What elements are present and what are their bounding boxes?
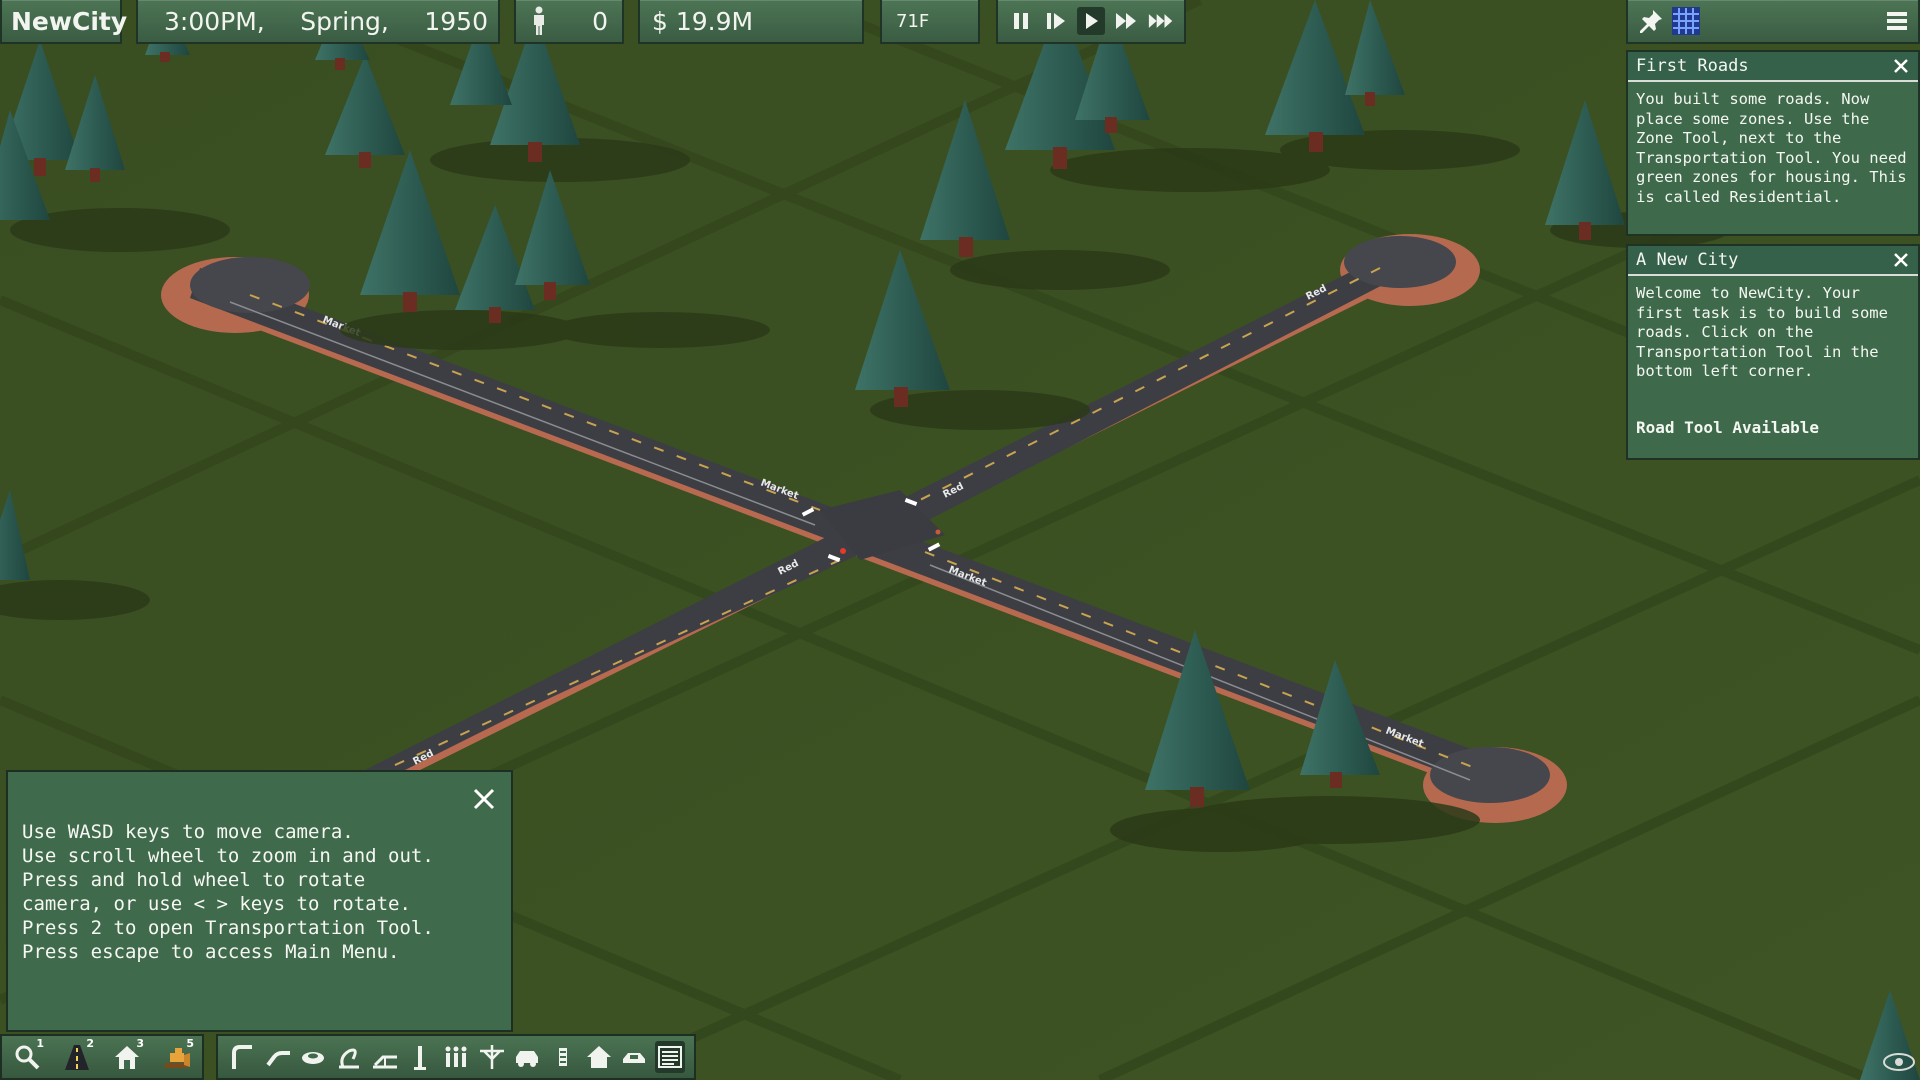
panel-header: A New City (1628, 246, 1918, 276)
population-display[interactable]: 0 (514, 0, 624, 44)
pillar-icon (414, 1046, 427, 1070)
car-icon (623, 1053, 646, 1063)
person-icon (534, 6, 544, 35)
list-icon (658, 1046, 683, 1068)
controls-help-box: Use WASD keys to move camera. Use scroll… (6, 770, 513, 1032)
pin-icon[interactable] (1638, 8, 1664, 34)
fast-button[interactable] (1112, 7, 1140, 35)
road-curve-icon (265, 1051, 290, 1067)
top-right-tools (1626, 0, 1920, 44)
signal-tool-button[interactable] (548, 1041, 578, 1073)
panel-body: Welcome to NewCity. Your first task is t… (1636, 284, 1888, 380)
expressway-icon (338, 1048, 359, 1069)
road-tool-available-label: Road Tool Available (1636, 417, 1820, 437)
panel-header: First Roads (1628, 52, 1918, 82)
signal-icon (559, 1048, 568, 1066)
list-tool-button[interactable] (655, 1041, 686, 1073)
main-tool-bar: 1 2 3 5 (0, 1034, 204, 1080)
roundabout-icon (302, 1052, 325, 1064)
first-roads-panel: First Roads You built some roads. Now pl… (1626, 50, 1920, 236)
city-name[interactable]: NewCity (0, 0, 127, 44)
step-button[interactable] (1042, 7, 1070, 35)
panel-title: A New City (1636, 250, 1739, 270)
pillar-tool-button[interactable] (405, 1041, 435, 1073)
pedestrian-icon (445, 1046, 467, 1067)
fastest-forward-icon (1148, 14, 1172, 28)
pause-icon (1014, 13, 1029, 29)
zone-tool-button[interactable]: 3 (112, 1037, 144, 1073)
query-tool-button[interactable]: 1 (12, 1037, 44, 1073)
pedestrian-tool-button[interactable] (441, 1041, 471, 1073)
hotkey-label: 1 (36, 1037, 44, 1050)
transportation-sub-toolbar (216, 1034, 696, 1080)
home-icon (586, 1046, 611, 1068)
grid-icon[interactable] (1672, 7, 1700, 35)
slope-icon (372, 1055, 397, 1069)
expressway-tool-button[interactable] (334, 1041, 364, 1073)
panel-title: First Roads (1636, 56, 1749, 76)
car-tool-button[interactable] (619, 1041, 649, 1073)
bulldozer-tool-button[interactable]: 5 (162, 1037, 194, 1073)
hotkey-label: 2 (86, 1037, 94, 1050)
population-value: 0 (592, 6, 608, 36)
play-icon (1085, 13, 1098, 29)
time-label: 3:00PM, (164, 6, 265, 36)
season-label: Spring, (300, 6, 389, 36)
close-icon[interactable] (1892, 57, 1910, 75)
close-icon[interactable] (471, 786, 497, 812)
play-button[interactable] (1076, 7, 1105, 35)
step-icon (1047, 13, 1066, 29)
road-curve-tool-button[interactable] (263, 1041, 293, 1073)
transportation-tool-button[interactable]: 2 (62, 1037, 94, 1073)
panel-body: You built some roads. Now place some zon… (1636, 90, 1907, 206)
speed-controls (996, 0, 1186, 44)
road-tool-button[interactable] (227, 1041, 257, 1073)
vehicle-icon (516, 1051, 539, 1067)
temperature-display[interactable]: 71F (880, 0, 980, 44)
home-tool-button[interactable] (584, 1041, 614, 1073)
hotkey-label: 5 (186, 1037, 194, 1050)
roundabout-tool-button[interactable] (298, 1041, 328, 1073)
transit-icon (479, 1045, 504, 1069)
vehicle-tool-button[interactable] (512, 1041, 542, 1073)
new-city-panel: A New City Welcome to NewCity. Your firs… (1626, 244, 1920, 460)
money-display[interactable]: $ 19.9M (638, 0, 864, 44)
fastest-button[interactable] (1147, 7, 1175, 35)
transit-tool-button[interactable] (477, 1041, 507, 1073)
hotkey-label: 3 (136, 1037, 144, 1050)
close-icon[interactable] (1892, 251, 1910, 269)
road-icon (231, 1045, 252, 1069)
year-label: 1950 (424, 6, 488, 36)
date-display: 3:00PM, Spring, 1950 (136, 0, 500, 44)
slope-tool-button[interactable] (370, 1041, 400, 1073)
help-text: Use WASD keys to move camera. Use scroll… (22, 821, 434, 963)
eye-icon[interactable] (1882, 1050, 1916, 1074)
menu-icon[interactable] (1886, 9, 1908, 33)
pause-button[interactable] (1007, 7, 1035, 35)
fast-forward-icon (1115, 13, 1136, 29)
